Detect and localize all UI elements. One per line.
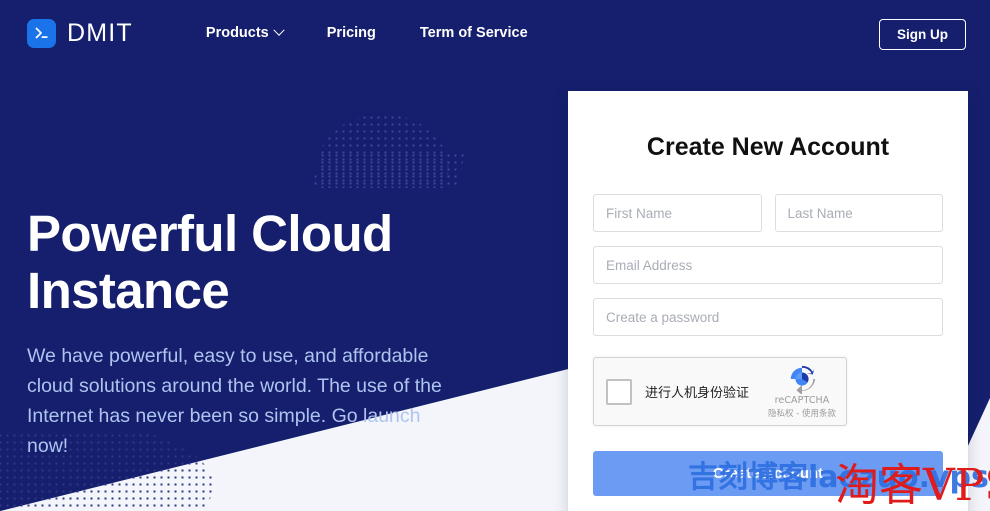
recaptcha-brand-text: reCAPTCHA: [765, 395, 839, 406]
nav-item-pricing[interactable]: Pricing: [327, 19, 376, 47]
nav-item-products[interactable]: Products: [206, 19, 283, 47]
signup-card-title: Create New Account: [593, 133, 943, 162]
sign-up-button[interactable]: Sign Up: [879, 19, 966, 50]
password-input[interactable]: [593, 298, 943, 336]
first-name-input[interactable]: [593, 194, 762, 232]
recaptcha-widget[interactable]: 进行人机身份验证 reCAPTCHA 隐私权 - 使用条款: [593, 357, 847, 426]
last-name-input[interactable]: [775, 194, 944, 232]
recaptcha-label: 进行人机身份验证: [645, 382, 749, 401]
nav-item-term-of-service-label: Term of Service: [420, 25, 528, 41]
site-header: DMIT Products Pricing Term of Service Si…: [0, 0, 990, 66]
nav-item-pricing-label: Pricing: [327, 25, 376, 41]
email-input[interactable]: [593, 246, 943, 284]
chevron-down-icon: [273, 25, 284, 36]
name-fields-row: [593, 194, 943, 232]
create-account-button[interactable]: Create Account: [593, 451, 943, 496]
brand-name: DMIT: [67, 19, 133, 48]
page-root: DMIT Products Pricing Term of Service Si…: [0, 0, 990, 511]
recaptcha-checkbox[interactable]: [606, 379, 632, 405]
recaptcha-links[interactable]: 隐私权 - 使用条款: [765, 407, 839, 419]
page-title: Powerful Cloud Instance: [27, 205, 447, 319]
recaptcha-branding: reCAPTCHA 隐私权 - 使用条款: [765, 364, 839, 419]
hero-title-line-1: Powerful Cloud: [27, 205, 447, 262]
signup-card: Create New Account 进行人机身份验证 reCAPTCHA: [568, 91, 968, 511]
main-navigation: Products Pricing Term of Service: [206, 19, 528, 47]
terminal-prompt-icon: [27, 19, 56, 48]
hero-section: Powerful Cloud Instance We have powerful…: [27, 205, 447, 461]
recaptcha-icon: [787, 364, 817, 394]
nav-item-products-label: Products: [206, 25, 269, 41]
hero-title-line-2: Instance: [27, 262, 447, 319]
brand-logo[interactable]: DMIT: [27, 19, 133, 48]
nav-item-term-of-service[interactable]: Term of Service: [420, 19, 528, 47]
hero-subtitle: We have powerful, easy to use, and affor…: [27, 341, 447, 461]
